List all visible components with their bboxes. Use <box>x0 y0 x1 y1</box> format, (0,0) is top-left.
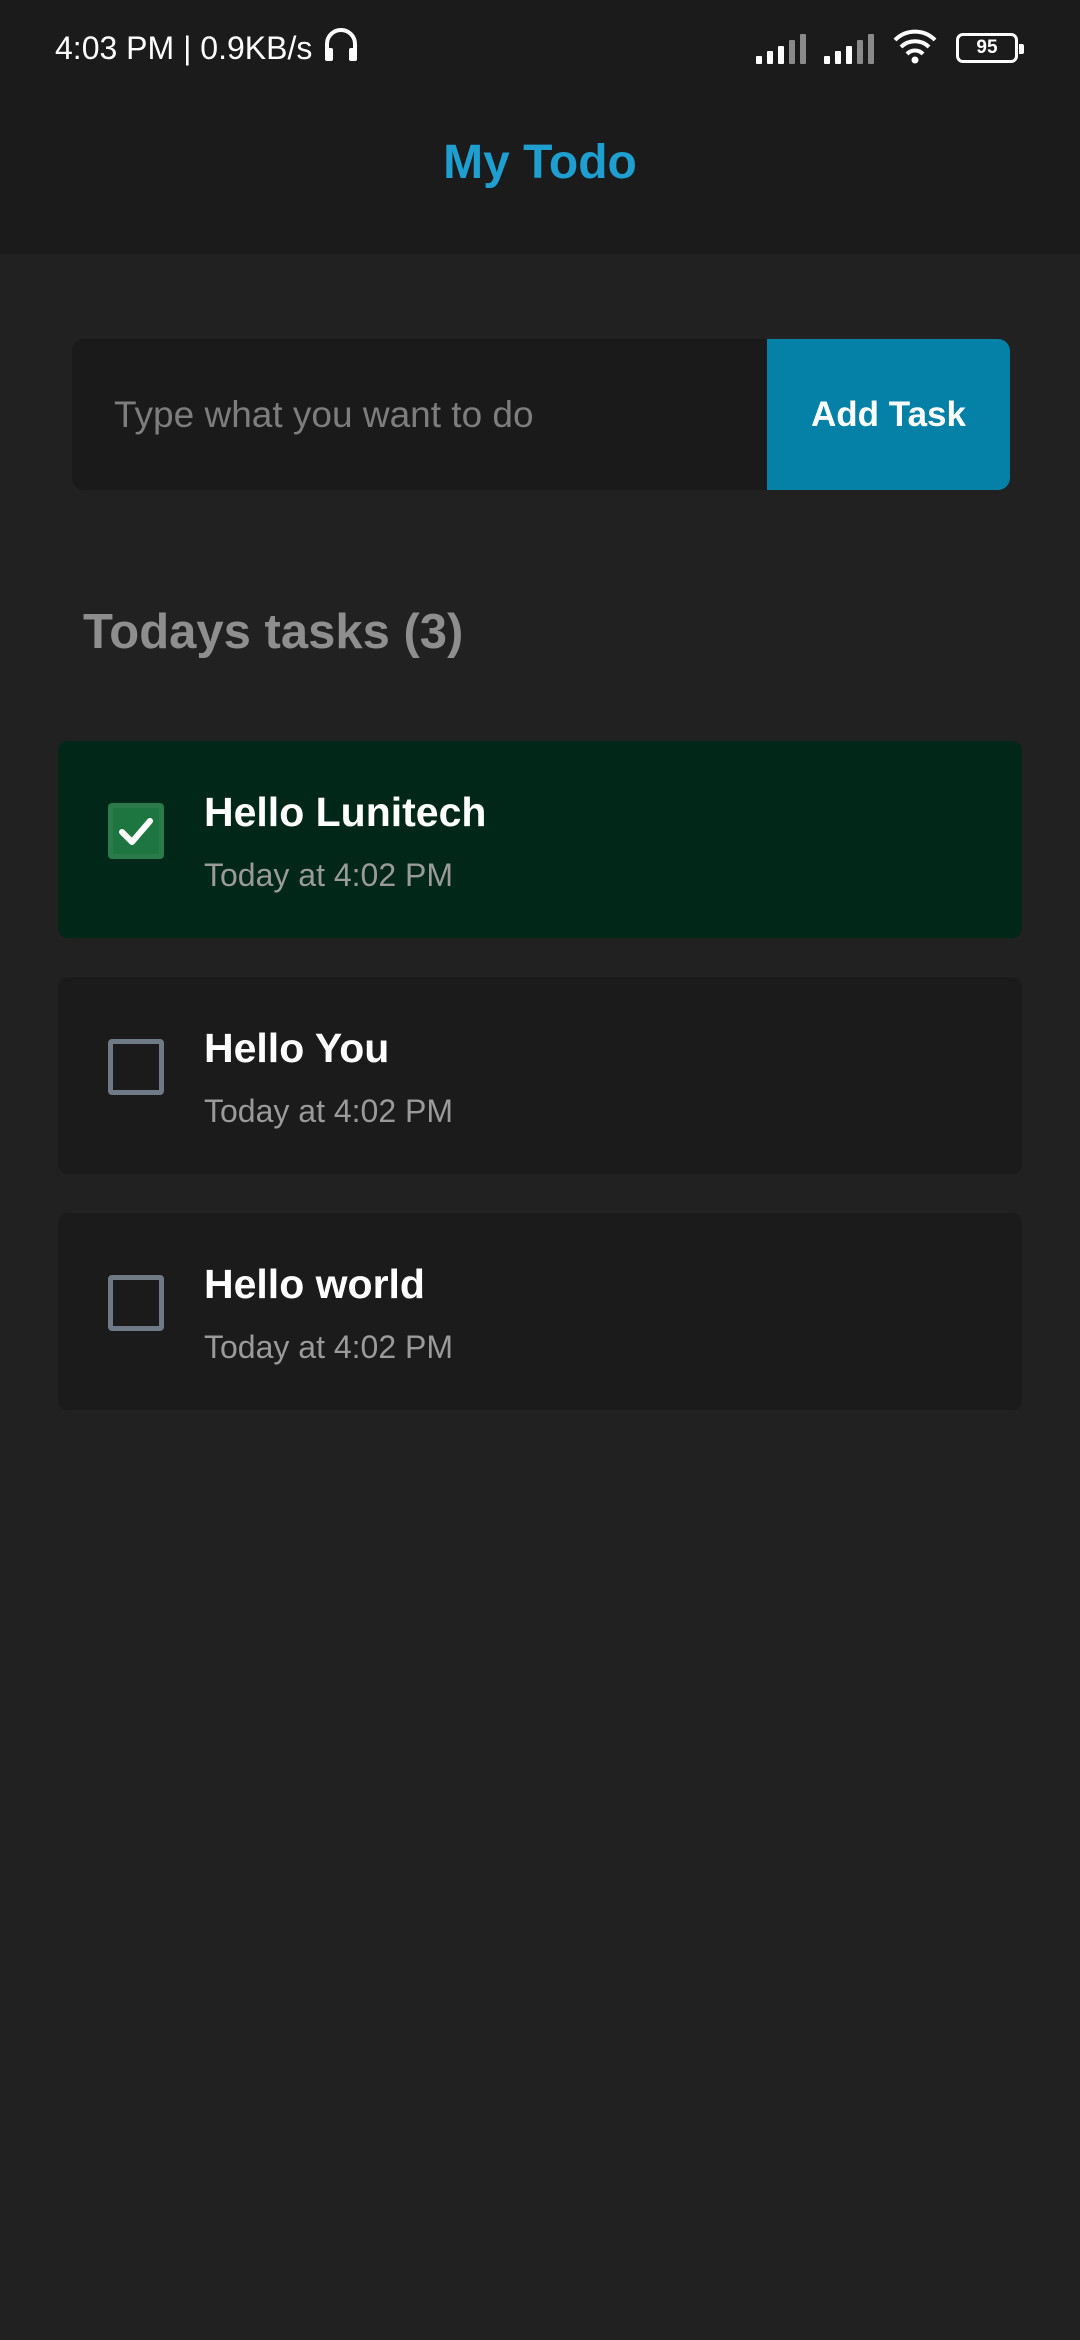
task-time: Today at 4:02 PM <box>204 857 454 893</box>
task-title: Hello Lunitech <box>204 789 487 835</box>
battery-icon: 95 <box>956 33 1024 63</box>
task-item[interactable]: Hello Lunitech Today at 4:02 PM <box>58 741 1022 938</box>
wifi-icon <box>892 28 938 69</box>
battery-level: 95 <box>976 37 998 58</box>
task-item[interactable]: Hello You Today at 4:02 PM <box>58 977 1022 1174</box>
status-left: 4:03 PM | 0.9KB/s <box>55 24 360 72</box>
app-title: My Todo <box>443 135 637 189</box>
status-right: 95 <box>756 26 1024 70</box>
check-icon <box>119 818 153 845</box>
task-title: Hello You <box>204 1025 390 1071</box>
status-bar: 4:03 PM | 0.9KB/s 95 <box>0 0 1080 92</box>
task-checkbox[interactable] <box>108 803 164 859</box>
signal-icon <box>756 32 806 64</box>
task-checkbox[interactable] <box>108 1275 164 1331</box>
task-list: Hello Lunitech Today at 4:02 PM Hello Yo… <box>58 741 1022 1410</box>
task-time: Today at 4:02 PM <box>204 1329 454 1365</box>
headphones-icon <box>322 24 360 72</box>
task-item[interactable]: Hello world Today at 4:02 PM <box>58 1213 1022 1410</box>
task-input[interactable] <box>72 339 767 490</box>
add-task-button[interactable]: Add Task <box>767 339 1010 490</box>
task-checkbox[interactable] <box>108 1039 164 1095</box>
task-title: Hello world <box>204 1261 425 1307</box>
app-header: My Todo <box>0 92 1080 254</box>
status-time-speed: 4:03 PM | 0.9KB/s <box>55 29 313 66</box>
add-task-form: Add Task <box>72 339 1010 490</box>
section-heading: Todays tasks (3) <box>83 605 464 659</box>
signal-icon-2 <box>824 32 874 64</box>
task-time: Today at 4:02 PM <box>204 1093 454 1129</box>
